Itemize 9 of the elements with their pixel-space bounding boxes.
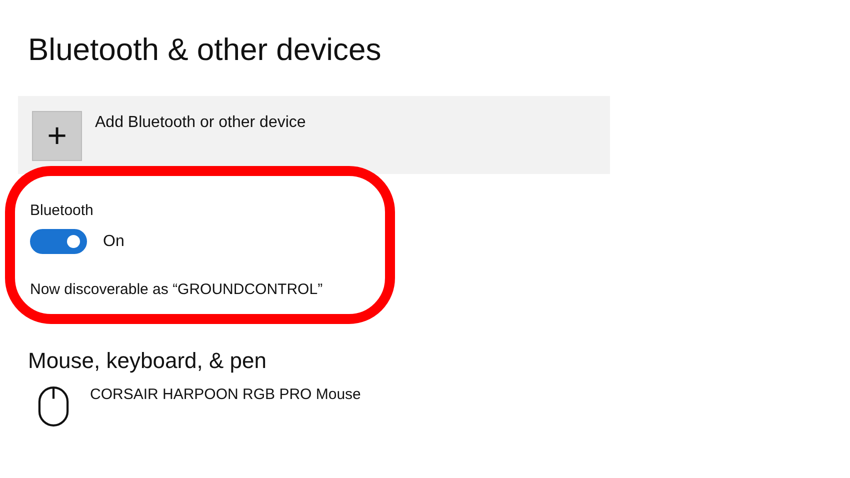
bluetooth-toggle[interactable] xyxy=(30,229,87,254)
add-device-button[interactable]: + Add Bluetooth or other device xyxy=(18,96,610,174)
toggle-state-label: On xyxy=(103,232,124,250)
section-title: Mouse, keyboard, & pen xyxy=(28,348,266,374)
mouse-icon xyxy=(38,386,69,427)
page-title: Bluetooth & other devices xyxy=(28,31,382,69)
discoverable-text: Now discoverable as “GROUNDCONTROL” xyxy=(30,281,323,298)
device-name[interactable]: CORSAIR HARPOON RGB PRO Mouse xyxy=(90,386,361,403)
bluetooth-label: Bluetooth xyxy=(30,202,94,219)
